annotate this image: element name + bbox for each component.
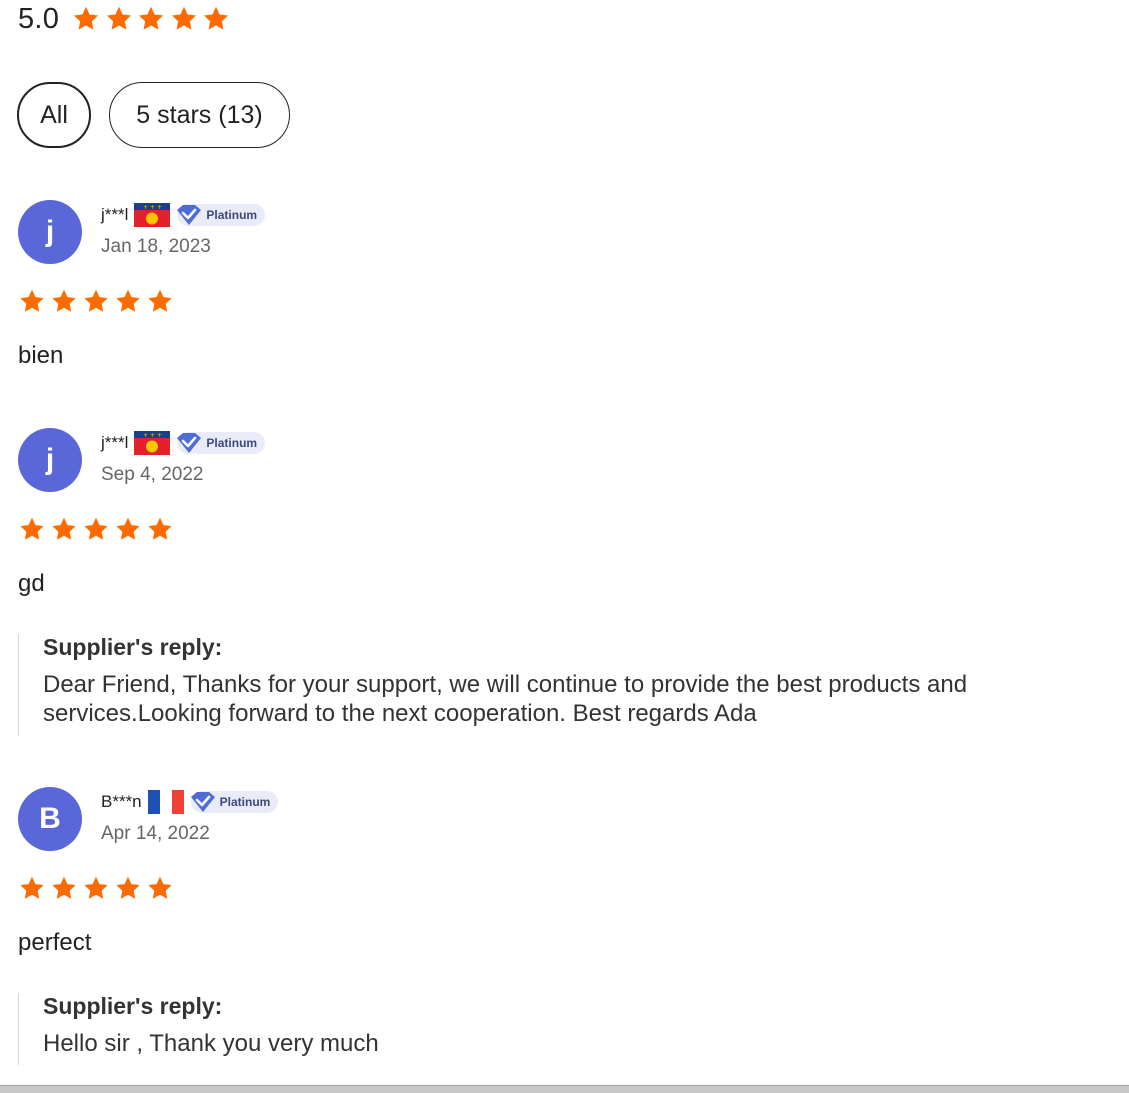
- platinum-badge: Platinum: [177, 204, 266, 226]
- star-icon: [52, 517, 76, 540]
- rating-summary: 5.0: [18, 2, 234, 36]
- review-date: Apr 14, 2022: [101, 823, 210, 844]
- star-icon: [171, 6, 196, 30]
- star-icon: [20, 876, 44, 899]
- supplier-reply: Supplier's reply: Hello sir , Thank you …: [18, 993, 1118, 1065]
- svg-text:+: +: [157, 204, 162, 211]
- svg-text:+: +: [143, 432, 148, 439]
- star-icon: [116, 289, 140, 312]
- review-stars: [18, 875, 178, 902]
- review-date: Jan 18, 2023: [101, 236, 211, 257]
- guadeloupe-flag-icon: + + +: [134, 431, 171, 455]
- reviews-page: 5.0 All 5 stars (13) j j***l + + + Plati…: [0, 0, 1129, 1093]
- review-comment: perfect: [18, 929, 92, 956]
- review-comment: bien: [18, 342, 64, 369]
- platinum-badge: Platinum: [177, 432, 266, 454]
- avatar: j: [18, 428, 82, 492]
- badge-label: Platinum: [206, 436, 258, 450]
- review-meta: j***l + + + Platinum Sep 4, 2022: [101, 430, 266, 486]
- star-icon: [74, 6, 99, 30]
- summary-stars: [71, 5, 234, 33]
- platinum-badge: Platinum: [190, 791, 279, 813]
- star-icon: [84, 876, 108, 899]
- bottom-scroll-bar: [0, 1085, 1129, 1093]
- average-score: 5.0: [18, 2, 60, 35]
- avatar: B: [18, 787, 82, 851]
- star-icon: [106, 6, 131, 30]
- star-icon: [84, 289, 108, 312]
- review-meta: j***l + + + Platinum Jan 18, 2023: [101, 202, 266, 258]
- diamond-check-icon: [177, 205, 202, 225]
- filter-all-button[interactable]: All: [17, 82, 91, 148]
- reviewer-name: B***n: [101, 792, 142, 811]
- avatar: j: [18, 200, 82, 264]
- svg-text:+: +: [143, 204, 148, 211]
- star-icon: [116, 876, 140, 899]
- star-icon: [139, 6, 164, 30]
- reviewer-name: j***l: [101, 433, 129, 452]
- star-icon: [20, 289, 44, 312]
- reviewer-name: j***l: [101, 205, 129, 224]
- svg-text:+: +: [150, 432, 155, 439]
- star-icon: [148, 289, 172, 312]
- review-meta: B***n Platinum Apr 14, 2022: [101, 789, 279, 845]
- review-comment: gd: [18, 570, 45, 597]
- star-icon: [84, 517, 108, 540]
- reply-title: Supplier's reply:: [43, 634, 223, 660]
- star-icon: [148, 517, 172, 540]
- reply-title: Supplier's reply:: [43, 993, 223, 1019]
- review-date: Sep 4, 2022: [101, 464, 204, 485]
- review-stars: [18, 516, 178, 543]
- badge-label: Platinum: [206, 208, 258, 222]
- star-icon: [116, 517, 140, 540]
- diamond-check-icon: [190, 792, 215, 812]
- svg-text:+: +: [150, 204, 155, 211]
- star-icon: [52, 289, 76, 312]
- star-icon: [204, 6, 229, 30]
- filter-5-stars-button[interactable]: 5 stars (13): [109, 82, 290, 148]
- reply-text: Dear Friend, Thanks for your support, we…: [43, 671, 968, 727]
- star-icon: [148, 876, 172, 899]
- review-stars: [18, 288, 178, 315]
- diamond-check-icon: [177, 433, 202, 453]
- svg-text:+: +: [157, 432, 162, 439]
- star-icon: [52, 876, 76, 899]
- rating-filters: All 5 stars (13): [17, 82, 308, 148]
- supplier-reply: Supplier's reply: Dear Friend, Thanks fo…: [18, 634, 1118, 736]
- france-flag-icon: [147, 790, 184, 814]
- star-icon: [20, 517, 44, 540]
- guadeloupe-flag-icon: + + +: [134, 203, 171, 227]
- reply-text: Hello sir , Thank you very much: [43, 1030, 379, 1057]
- badge-label: Platinum: [219, 795, 271, 809]
